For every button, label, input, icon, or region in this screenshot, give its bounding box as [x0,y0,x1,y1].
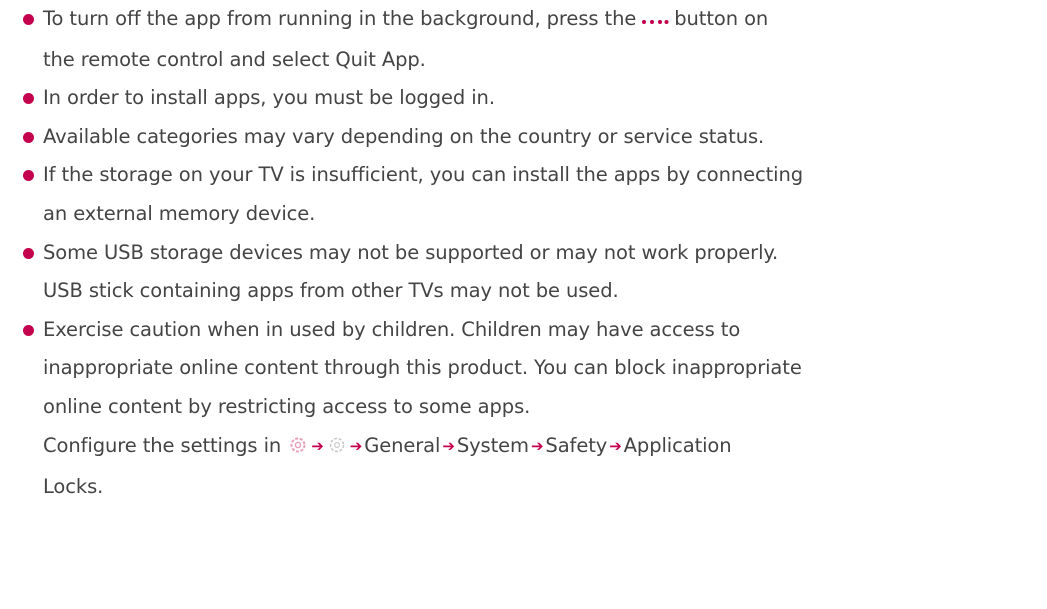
note-line: Some USB storage devices may not be supp… [43,240,779,264]
path-item-safety: Safety [545,433,608,457]
bullet [23,247,34,259]
path-prefix: Configure the settings in [43,433,282,457]
note-line: If the storage on your TV is insufficien… [43,163,804,187]
note-line: inappropriate online content through thi… [43,356,802,380]
settings-path-line: Configure the settings in ➔ ➔ General ➔ Syst… [43,427,1038,469]
note-line: USB stick containing apps from other TVs… [43,279,619,303]
bullet [23,14,34,25]
note-text: To turn off the app from running in the … [43,7,637,30]
arrow-right-icon: ➔ [442,436,455,455]
arrow-right-icon: ➔ [530,436,544,455]
note-text: button on [674,7,769,30]
path-item-application: Application [623,433,732,457]
arrow-right-icon: ➔ [311,436,324,455]
note-line: Exercise caution when in used by childre… [43,317,741,341]
note-line: Available categories may vary depending … [43,124,765,148]
note-line: online content by restricting access to … [43,394,531,418]
note-line: the remote control and select Quit App. [43,47,426,71]
path-item-general: General [364,433,441,457]
page: To turn off the app from running in the … [0,0,1047,609]
bullet [23,131,34,143]
settings-icon [288,430,308,469]
note-item: Some USB storage devices may not be supp… [23,234,1038,311]
note-item: Available categories may vary depending … [23,118,1038,157]
note-line: In order to install apps, you must be lo… [43,86,495,110]
arrow-right-icon: ➔ [609,436,622,455]
path-item-system: System [456,433,529,457]
bullet [23,170,34,182]
note-line: an external memory device. [43,201,316,225]
bullet [23,324,34,336]
note-item: If the storage on your TV is insufficien… [23,156,1038,233]
note-item: To turn off the app from running in the … [23,0,1038,79]
arrow-right-icon: ➔ [349,436,363,455]
note-line: Locks. [43,475,104,499]
all-settings-icon [327,430,347,469]
note-line: To turn off the app from running in the … [43,0,1038,41]
note-item: In order to install apps, you must be lo… [23,79,1038,118]
more-dots-icon [640,2,670,41]
note-item: Exercise caution when in used by childre… [23,311,1038,507]
notes-list: To turn off the app from running in the … [23,0,1038,507]
bullet [23,93,34,105]
